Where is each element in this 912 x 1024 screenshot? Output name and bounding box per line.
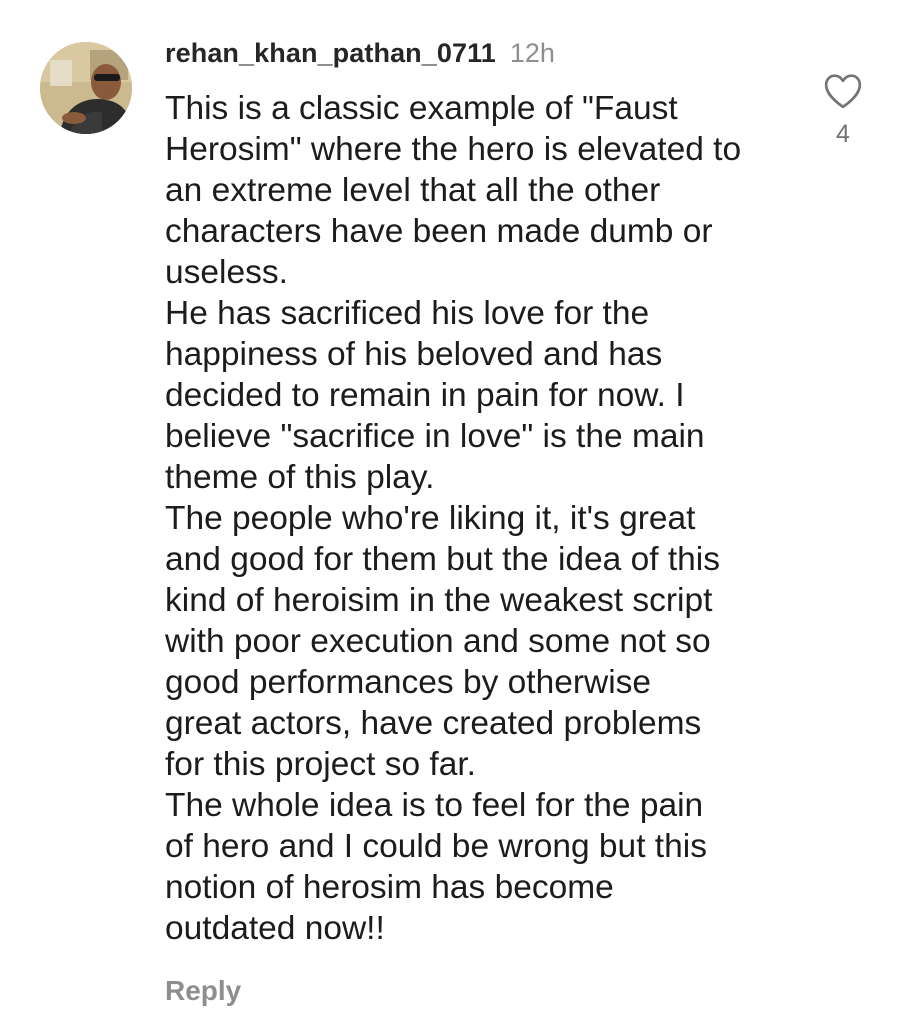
comment-line: He has sacrificed his love for the (165, 295, 650, 332)
comment-line: This is a classic example of "Faust (165, 90, 678, 127)
comment-line: kind of heroisim in the weakest script (165, 582, 713, 619)
comment-line: useless. (165, 254, 288, 291)
comment-line: The whole idea is to feel for the pain (165, 787, 704, 824)
like-count: 4 (836, 120, 850, 148)
comment-line: characters have been made dumb or (165, 213, 713, 250)
comment-line: Herosim" where the hero is elevated to (165, 131, 742, 168)
comment-line: for this project so far. (165, 746, 476, 783)
avatar[interactable] (40, 42, 132, 134)
comment-line: The people who're liking it, it's great (165, 500, 696, 537)
comment-line: notion of herosim has become (165, 869, 614, 906)
comment-line: good performances by otherwise (165, 664, 652, 701)
comment-line: decided to remain in pain for now. I (165, 377, 685, 414)
timestamp: 12h (509, 38, 555, 68)
comment-header: rehan_khan_pathan_0711 12h (165, 38, 555, 76)
comment-line: an extreme level that all the other (165, 172, 661, 209)
comment-line: theme of this play. (165, 459, 435, 496)
like-control: 4 (815, 72, 871, 149)
comment-line: of hero and I could be wrong but this (165, 828, 707, 865)
comment-line: and good for them but the idea of this (165, 541, 720, 578)
comment-line: happiness of his beloved and has (165, 336, 663, 373)
comment-line: believe "sacrifice in love" is the main (165, 418, 705, 455)
reply-button[interactable]: Reply (165, 975, 241, 1007)
comment-line: outdated now!! (165, 910, 385, 947)
comment: rehan_khan_pathan_0711 12h This is a cla… (0, 0, 912, 1024)
username[interactable]: rehan_khan_pathan_0711 (165, 38, 496, 69)
heart-outline-icon[interactable] (815, 72, 871, 110)
comment-text: This is a classic example of "Faust Hero… (165, 88, 805, 949)
avatar-photo (40, 42, 132, 134)
comment-line: with poor execution and some not so (165, 623, 711, 660)
comment-line: great actors, have created problems (165, 705, 702, 742)
